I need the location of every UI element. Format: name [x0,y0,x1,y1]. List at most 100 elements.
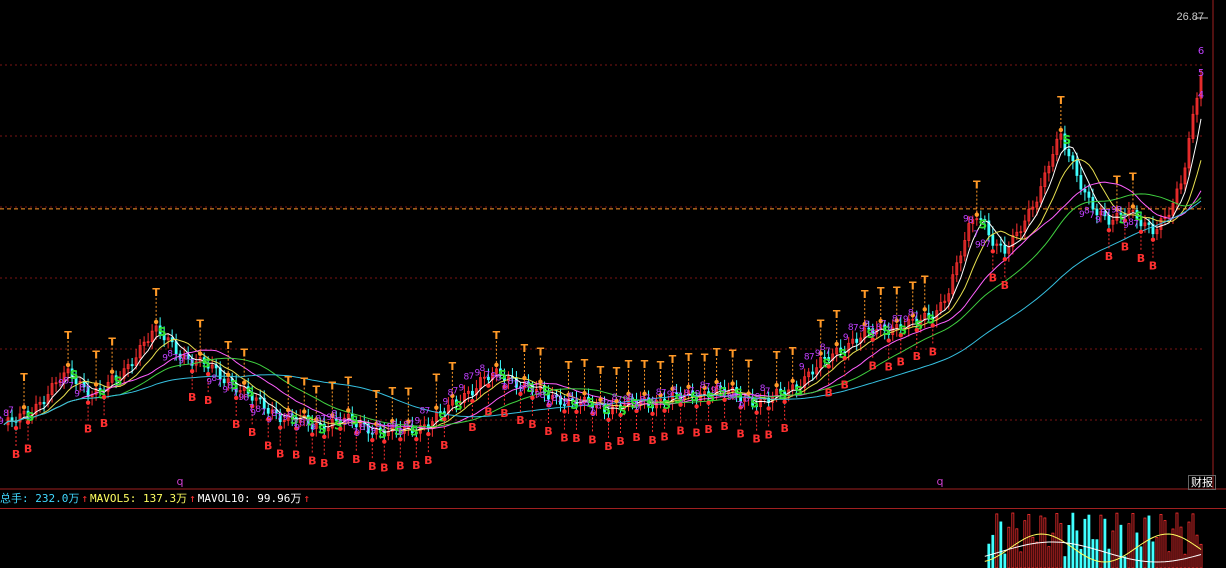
count-label: 7 [809,352,815,362]
volume-bar [1103,518,1107,568]
b-signal-label: B [572,432,580,445]
b-signal-label: B [528,418,536,431]
candle-body [10,417,14,422]
count-label: 7 [453,386,459,396]
b-signal-label: B [1121,241,1129,254]
t-signal-dot [494,362,499,368]
volume-bar [1095,539,1099,568]
t-signal-label: T [405,386,413,399]
volume-bar [1007,526,1011,568]
count-label: 7 [913,312,919,322]
ma5-line [3,118,1202,433]
s-signal-label: S [70,368,79,382]
candle-body [1083,188,1087,193]
b-signal-label: B [780,422,788,435]
count-label: 7 [689,387,695,397]
count-label: 8 [1100,208,1106,218]
count-label: 9 [635,403,641,413]
count-label: 8 [287,411,293,421]
candle-body [42,401,46,405]
b-signal-dot [486,383,491,388]
count-label: 9 [162,353,168,363]
count-label: 9 [799,363,805,373]
count-label: 8 [656,388,662,398]
count-label: 7 [1089,211,1095,221]
volume-bar [1167,551,1171,568]
volume-bar [1019,551,1023,568]
price-chart[interactable]: B789TSB789TSB789TSB789TSTSB789TSB789TSB7… [0,0,1226,490]
b-signal-dot [766,406,771,411]
t-signal-label: T [537,346,545,359]
count-label: 7 [364,425,370,435]
b-signal-label: B [500,407,508,420]
t-signal-dot [109,369,115,374]
count-label: 8 [744,395,750,405]
b-signal-label: B [897,355,905,368]
count-label: 8 [820,343,826,353]
count-label: 9 [887,323,893,333]
price-marker-label: 26.87 [1176,11,1204,23]
count-label: 9 [519,384,525,394]
count-label: 8 [596,402,602,412]
t-signal-dot [774,382,779,388]
count-label: 8 [211,374,217,384]
t-signal-label: T [701,352,709,365]
vol-total-label: 总手: 232.0万 [0,492,80,505]
volume-bar [1123,556,1127,568]
count-label: 9 [386,423,392,433]
b-signal-dot [618,412,623,418]
count-label: 8 [804,352,810,362]
volume-bar [1155,536,1159,568]
b-signal-dot [694,404,699,409]
count-label: 9 [547,400,553,410]
count-label: 7 [529,388,535,398]
mavol5-label: MAVOL5: 137.3万 [89,492,188,505]
volume-bar [1047,546,1051,568]
count-label: 9 [178,357,184,367]
t-signal-label: T [921,273,929,286]
candle-body [1079,175,1083,190]
b-signal-dot [101,395,107,400]
count-label: 7 [617,396,623,406]
volume-bar [999,521,1003,568]
candle-body [1071,155,1075,162]
volume-bar [1087,514,1091,568]
count-label: 7 [1105,209,1111,219]
t-signal-dot [582,391,587,396]
t-signal-label: T [685,351,693,364]
count-label: 8 [227,382,233,392]
count-label: 7 [485,370,491,380]
t-signal-label: T [861,288,869,301]
t-signal-dot [974,212,980,217]
t-signal-label: T [625,358,633,371]
t-signal-label: T [433,372,441,385]
t-signal-label: T [597,364,605,377]
volume-bar [1023,520,1027,568]
candle-body [811,371,815,375]
t-signal-label: T [329,379,337,392]
b-signal-label: B [336,449,344,462]
count-label: 8 [1084,207,1090,217]
period-marker: q [937,475,944,488]
b-signal-dot [662,408,667,413]
t-signal-label: T [196,318,204,331]
count-label: 7 [172,354,178,364]
b-signal-dot [382,439,387,444]
volume-bar [1195,534,1199,568]
volume-chart[interactable] [0,508,1226,568]
b-signal-label: B [660,431,668,444]
count-label: 9 [326,413,332,423]
finance-report-label[interactable]: 财报 [1188,475,1216,490]
b-signal-dot [606,417,611,423]
b-signal-dot [1138,229,1144,234]
count-label: 8 [480,364,486,374]
b-signal-label: B [100,417,108,430]
b-signal-label: B [764,428,772,441]
t-signal-dot [225,372,231,377]
count-label: 9 [1079,210,1085,220]
count-label: 8 [876,323,882,333]
b-signal-label: B [188,391,196,404]
volume-bar [1151,541,1155,568]
count-label: 8 [79,383,85,393]
mavol10-label: MAVOL10: 99.96万 [197,492,302,505]
